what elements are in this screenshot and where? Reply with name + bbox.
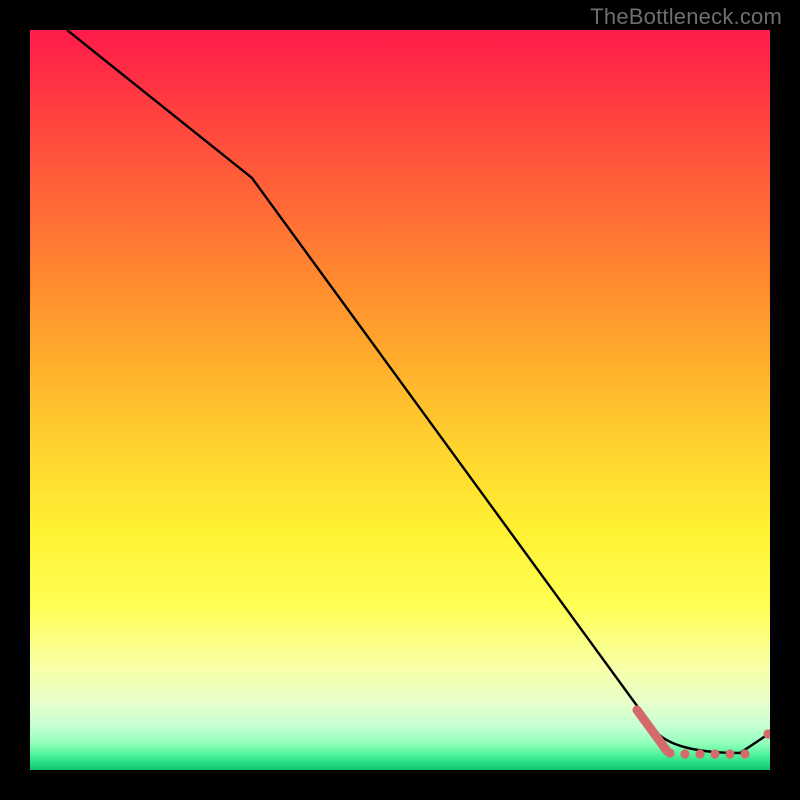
chart-overlay xyxy=(30,30,770,770)
watermark-text: TheBottleneck.com xyxy=(590,4,782,30)
main-curve-path xyxy=(67,30,770,753)
highlight-dash-path xyxy=(637,710,667,751)
chart-container: TheBottleneck.com xyxy=(0,0,800,800)
plot-area xyxy=(30,30,770,770)
